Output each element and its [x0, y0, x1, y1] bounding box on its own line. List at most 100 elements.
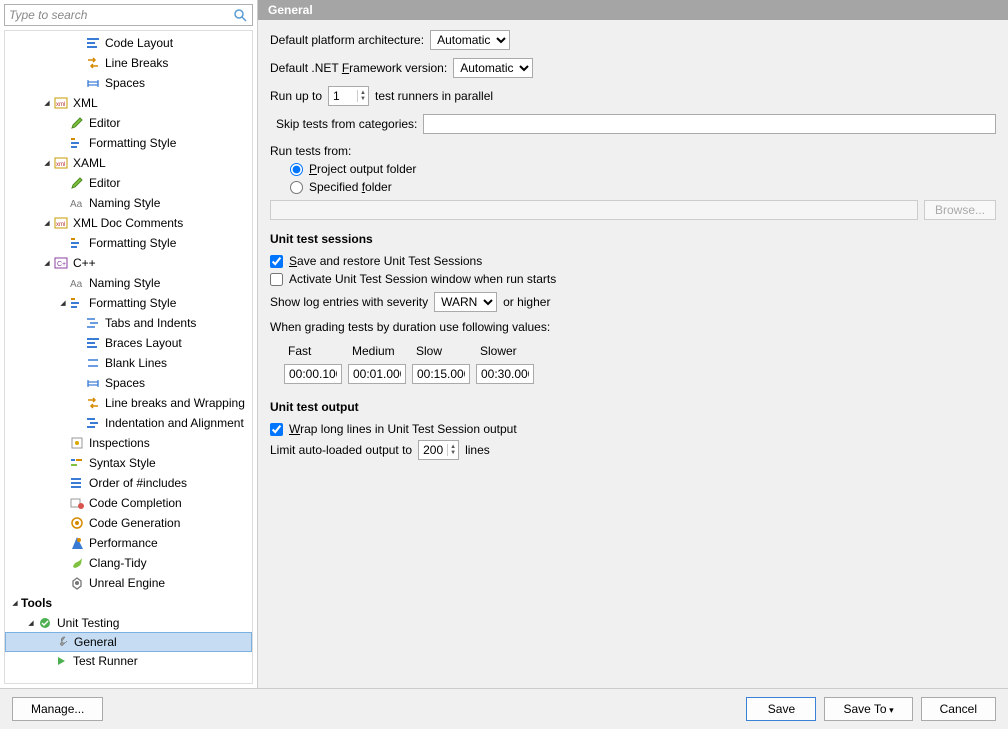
save-button[interactable]: Save: [746, 697, 816, 721]
tree-item-label: XML: [73, 96, 98, 110]
clang-icon: [69, 555, 85, 571]
tree-item-label: XML Doc Comments: [73, 216, 183, 230]
tree-xml-doc[interactable]: ◢xmlXML Doc Comments: [5, 213, 252, 233]
spinner-arrows-icon[interactable]: ▲▼: [357, 90, 368, 102]
tree-item-label: Formatting Style: [89, 236, 176, 250]
tree-xml[interactable]: ◢xmlXML: [5, 93, 252, 113]
tree-line-breaks[interactable]: Line Breaks: [5, 53, 252, 73]
tree-cpp-spaces[interactable]: Spaces: [5, 373, 252, 393]
tree-spaces[interactable]: Spaces: [5, 73, 252, 93]
tree-code-layout[interactable]: Code Layout: [5, 33, 252, 53]
tree-cpp-braces[interactable]: Braces Layout: [5, 333, 252, 353]
spinner-arrows-icon[interactable]: ▲▼: [447, 444, 458, 456]
tree-cpp-blank[interactable]: Blank Lines: [5, 353, 252, 373]
tree-item-label: XAML: [73, 156, 106, 170]
tree-cpp-completion[interactable]: Code Completion: [5, 493, 252, 513]
blue-bars-icon: [85, 35, 101, 51]
tree-item-label: Order of #includes: [89, 476, 187, 490]
check-save[interactable]: [270, 255, 283, 268]
tree-xaml-naming[interactable]: AaNaming Style: [5, 193, 252, 213]
radio-output-label: Project output folder: [309, 162, 416, 176]
framework-select[interactable]: Automatic: [453, 58, 533, 78]
log-select[interactable]: WARN: [434, 292, 497, 312]
svg-text:xml: xml: [56, 162, 65, 168]
tree-cpp-clangtidy[interactable]: Clang-Tidy: [5, 553, 252, 573]
wrench-icon: [54, 634, 70, 650]
arrows-icon: [85, 55, 101, 71]
tree-scroll[interactable]: Code LayoutLine BreaksSpaces◢xmlXMLEdito…: [4, 30, 253, 684]
search-input[interactable]: [9, 8, 232, 22]
platform-select[interactable]: Automatic: [430, 30, 510, 50]
search-box[interactable]: [4, 4, 253, 26]
tree-cpp-unreal[interactable]: Unreal Engine: [5, 573, 252, 593]
check-activate[interactable]: [270, 273, 283, 286]
tree-xml-doc-formatting[interactable]: Formatting Style: [5, 233, 252, 253]
tree-item-label: Naming Style: [89, 196, 160, 210]
tree-general[interactable]: General: [5, 632, 252, 652]
runner-icon: [53, 653, 69, 669]
val-medium[interactable]: [348, 364, 406, 384]
val-slower[interactable]: [476, 364, 534, 384]
tree-test-runner[interactable]: Test Runner: [5, 651, 252, 671]
radio-folder[interactable]: [290, 181, 303, 194]
expander-icon[interactable]: ◢: [41, 219, 53, 227]
tree-item-label: Inspections: [89, 436, 150, 450]
col-fast: Fast: [284, 342, 346, 360]
tree-cpp-performance[interactable]: Performance: [5, 533, 252, 553]
space-icon: [85, 75, 101, 91]
tree-xml-formatting[interactable]: Formatting Style: [5, 133, 252, 153]
check-wrap[interactable]: [270, 423, 283, 436]
tree-xaml-editor[interactable]: Editor: [5, 173, 252, 193]
panel-title: General: [258, 0, 1008, 20]
saveto-button[interactable]: Save To: [824, 697, 912, 721]
sidebar: Code LayoutLine BreaksSpaces◢xmlXMLEdito…: [0, 0, 258, 688]
val-slow[interactable]: [412, 364, 470, 384]
limit-spinner[interactable]: ▲▼: [418, 440, 459, 460]
tree-item-label: Syntax Style: [89, 456, 156, 470]
runupto-input[interactable]: [329, 87, 357, 105]
tree-cpp-inspections[interactable]: Inspections: [5, 433, 252, 453]
tree-cpp[interactable]: ◢C+C++: [5, 253, 252, 273]
check-wrap-label: Wrap long lines in Unit Test Session out…: [289, 422, 517, 436]
fmt-icon: [69, 235, 85, 251]
tree-cpp-linebreaks[interactable]: Line breaks and Wrapping: [5, 393, 252, 413]
tree-xaml[interactable]: ◢xml XAML: [5, 153, 252, 173]
tree-cpp-syntax[interactable]: Syntax Style: [5, 453, 252, 473]
unreal-icon: [69, 575, 85, 591]
expander-icon[interactable]: ◢: [9, 599, 21, 607]
expander-icon[interactable]: ◢: [41, 259, 53, 267]
tree-xml-editor[interactable]: Editor: [5, 113, 252, 133]
tree-cpp-indentation[interactable]: Indentation and Alignment: [5, 413, 252, 433]
cpp-icon: C+: [53, 255, 69, 271]
tree-item-label: Braces Layout: [105, 336, 182, 350]
platform-label: Default platform architecture:: [270, 33, 424, 47]
tree-item-label: Unreal Engine: [89, 576, 165, 590]
blank-icon: [85, 355, 101, 371]
tree-item-label: Spaces: [105, 76, 145, 90]
content-panel: General Default platform architecture: A…: [258, 0, 1008, 688]
tree-cpp-includes[interactable]: Order of #includes: [5, 473, 252, 493]
expander-icon[interactable]: ◢: [25, 619, 37, 627]
skip-input[interactable]: [423, 114, 996, 134]
val-fast[interactable]: [284, 364, 342, 384]
expander-icon[interactable]: ◢: [41, 159, 53, 167]
log-post: or higher: [503, 295, 550, 309]
radio-output[interactable]: [290, 163, 303, 176]
manage-button[interactable]: Manage...: [12, 697, 103, 721]
tree-cpp-tabs[interactable]: Tabs and Indents: [5, 313, 252, 333]
search-icon: [232, 7, 248, 23]
limit-input[interactable]: [419, 441, 447, 459]
tree-cpp-formatting[interactable]: ◢Formatting Style: [5, 293, 252, 313]
cancel-button[interactable]: Cancel: [921, 697, 996, 721]
tree-item-label: Code Generation: [89, 516, 180, 530]
tree-tools[interactable]: ◢Tools: [5, 593, 252, 613]
log-label: Show log entries with severity: [270, 295, 428, 309]
tree-cpp-codegen[interactable]: Code Generation: [5, 513, 252, 533]
tree-item-label: Spaces: [105, 376, 145, 390]
arrows-icon: [85, 395, 101, 411]
expander-icon[interactable]: ◢: [41, 99, 53, 107]
tree-unit-testing[interactable]: ◢Unit Testing: [5, 613, 252, 633]
runupto-spinner[interactable]: ▲▼: [328, 86, 369, 106]
expander-icon[interactable]: ◢: [57, 299, 69, 307]
tree-cpp-naming[interactable]: AaNaming Style: [5, 273, 252, 293]
